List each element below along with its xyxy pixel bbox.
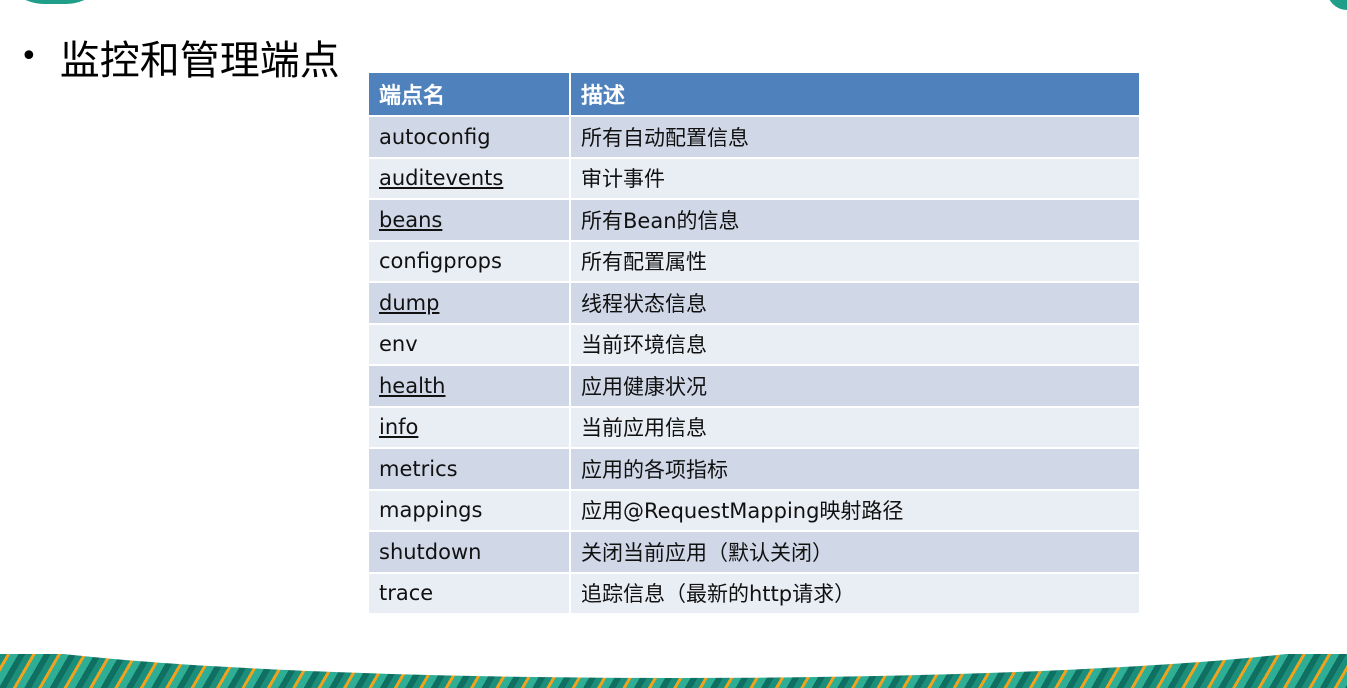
cell-endpoint-name: configprops: [369, 240, 571, 283]
table-header-row: 端点名 描述: [369, 73, 1141, 117]
cell-description: 当前应用信息: [570, 406, 1141, 449]
cell-endpoint-name: dump: [369, 282, 571, 325]
cell-description: 审计事件: [570, 157, 1141, 200]
table-body: autoconfig 所有自动配置信息 auditevents 审计事件 beans 所有…: [369, 116, 1141, 615]
cell-endpoint-name: trace: [369, 572, 571, 615]
table-row: mappings 应用@RequestMapping映射路径: [369, 489, 1141, 532]
table-row: auditevents 审计事件: [369, 157, 1141, 200]
decorative-corner-top-right: [1327, 0, 1347, 10]
cell-endpoint-name: metrics: [369, 448, 571, 491]
table-row: dump 线程状态信息: [369, 282, 1141, 325]
endpoint-link-auditevents[interactable]: auditevents: [379, 166, 503, 190]
table-row: shutdown 关闭当前应用（默认关闭）: [369, 531, 1141, 574]
slide-heading: • 监控和管理端点: [20, 28, 340, 86]
cell-description: 应用健康状况: [570, 365, 1141, 408]
table-row: env 当前环境信息: [369, 323, 1141, 366]
header-endpoint-name: 端点名: [369, 73, 571, 117]
endpoint-link-info[interactable]: info: [379, 415, 418, 439]
endpoints-table: 端点名 描述 autoconfig 所有自动配置信息 auditevents 审计事件…: [369, 73, 1141, 615]
cell-description: 追踪信息（最新的http请求）: [570, 572, 1141, 615]
cell-endpoint-name: shutdown: [369, 531, 571, 574]
endpoint-name-trace: trace: [379, 581, 434, 606]
bullet-point: •: [20, 39, 38, 74]
table-row: health 应用健康状况: [369, 365, 1141, 408]
endpoint-link-dump[interactable]: dump: [379, 291, 439, 315]
cell-endpoint-name: mappings: [369, 489, 571, 532]
cell-description: 应用@RequestMapping映射路径: [570, 489, 1141, 532]
cell-description: 应用的各项指标: [570, 448, 1141, 491]
header-description: 描述: [570, 73, 1141, 117]
cell-description: 当前环境信息: [570, 323, 1141, 366]
table-row: info 当前应用信息: [369, 406, 1141, 449]
cell-description: 关闭当前应用（默认关闭）: [570, 531, 1141, 574]
table-row: configprops 所有配置属性: [369, 240, 1141, 283]
decorative-corner-top-left: [0, 0, 110, 4]
cell-description: 线程状态信息: [570, 282, 1141, 325]
cell-endpoint-name: beans: [369, 199, 571, 242]
slide-title: 监控和管理端点: [59, 38, 340, 84]
cell-endpoint-name: env: [369, 323, 571, 366]
table-row: trace 追踪信息（最新的http请求）: [369, 572, 1141, 615]
table-row: metrics 应用的各项指标: [369, 448, 1141, 491]
endpoint-name-autoconfig: autoconfig: [379, 124, 491, 149]
table-row: beans 所有Bean的信息: [369, 199, 1141, 242]
table-row: autoconfig 所有自动配置信息: [369, 116, 1141, 159]
cell-endpoint-name: autoconfig: [369, 116, 571, 159]
cell-description: 所有Bean的信息: [570, 199, 1141, 242]
endpoint-link-beans[interactable]: beans: [379, 208, 442, 232]
endpoint-name-mappings: mappings: [379, 498, 483, 523]
cell-endpoint-name: health: [369, 365, 571, 408]
cell-endpoint-name: auditevents: [369, 157, 571, 200]
cell-endpoint-name: info: [369, 406, 571, 449]
cell-description: 所有自动配置信息: [570, 116, 1141, 159]
endpoint-name-shutdown: shutdown: [379, 539, 482, 564]
endpoint-name-env: env: [379, 332, 418, 357]
endpoint-link-health[interactable]: health: [379, 374, 445, 398]
cell-description: 所有配置属性: [570, 240, 1141, 283]
endpoint-name-configprops: configprops: [379, 249, 502, 274]
endpoint-name-metrics: metrics: [379, 456, 458, 481]
